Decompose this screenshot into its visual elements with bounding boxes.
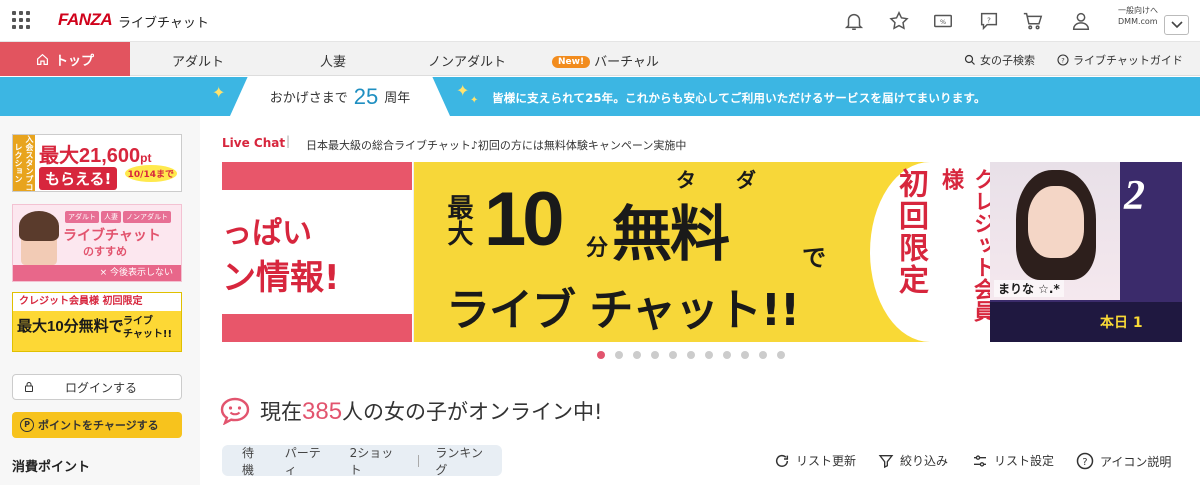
- girl-search-link[interactable]: 女の子検索: [964, 52, 1035, 68]
- hide-banner-button[interactable]: × 今後表示しない: [13, 265, 181, 281]
- carousel-dot[interactable]: [651, 351, 659, 359]
- carousel-dot[interactable]: [777, 351, 785, 359]
- tab-waiting[interactable]: 待機: [232, 444, 275, 478]
- lock-icon: [25, 382, 33, 392]
- anniversary-badge: おかげさまで 25 周年: [230, 77, 450, 116]
- carousel-dot[interactable]: [759, 351, 767, 359]
- main-nav: トップ アダルト 人妻 ノンアダルト New! バーチャル 女の子検索 ? ライブ…: [0, 42, 1200, 76]
- carousel-dot[interactable]: [669, 351, 677, 359]
- carousel-dots[interactable]: [597, 351, 785, 359]
- carousel-dot[interactable]: [741, 351, 749, 359]
- icon-help-button[interactable]: ? アイコン説明: [1076, 452, 1171, 470]
- carousel-dot[interactable]: [723, 351, 731, 359]
- bell-icon[interactable]: [843, 10, 865, 32]
- sliders-icon: [974, 454, 986, 467]
- list-tabs: 待機 パーティ 2ショット ランキング: [222, 444, 502, 478]
- new-badge: New!: [552, 56, 591, 68]
- tab-two-shot[interactable]: 2ショット: [340, 444, 413, 478]
- coupon-icon[interactable]: %: [932, 10, 954, 32]
- refresh-icon: [775, 454, 789, 467]
- tab-party[interactable]: パーティ: [275, 444, 340, 478]
- tab-divider: [418, 454, 420, 467]
- cart-icon[interactable]: [1022, 10, 1044, 32]
- svg-text:%: %: [940, 18, 946, 26]
- sidebar: 入会スタンプコレクション 最大21,600pt もらえる! 10/14まで アダ…: [0, 116, 200, 485]
- tab-ranking[interactable]: ランキング: [425, 444, 502, 478]
- carousel-dot[interactable]: [687, 351, 695, 359]
- hero-prev-slide[interactable]: っぱい ン情報!: [222, 162, 414, 342]
- tab-virtual[interactable]: New! バーチャル: [552, 51, 659, 70]
- tab-top[interactable]: トップ: [0, 42, 130, 76]
- svg-text:?: ?: [1082, 457, 1087, 468]
- anniversary-bar[interactable]: おかげさまで 25 周年 ✦ ✦ ✦ 皆様に支えられて25年。これからも安心して…: [0, 77, 1200, 116]
- account-switch-text[interactable]: 一般向けへ DMM.com: [1118, 5, 1158, 27]
- guide-link[interactable]: ? ライブチャットガイド: [1057, 52, 1183, 68]
- account-dropdown-button[interactable]: [1164, 15, 1189, 35]
- refresh-list-button[interactable]: リスト更新: [774, 452, 856, 469]
- carousel-dot[interactable]: [705, 351, 713, 359]
- chat-bubble-icon: [220, 397, 250, 425]
- tagline: 日本最大級の総合ライブチャット♪初回の方には無料体験キャンペーン実施中: [306, 139, 687, 152]
- free-trial-banner[interactable]: クレジット会員様 初回限定 最大10分無料で ライブ チャット!!: [12, 292, 182, 352]
- user-icon[interactable]: [1070, 10, 1092, 32]
- points-label: 消費ポイント: [12, 460, 91, 475]
- chevron-down-icon: [1171, 21, 1183, 29]
- carousel-dot[interactable]: [633, 351, 641, 359]
- livechat-label: Live Chat: [222, 136, 286, 150]
- livechat-intro-banner[interactable]: アダルト 人妻 ノンアダルト ライブチャット のすすめ × 今後表示しない: [12, 204, 182, 282]
- online-count: 385: [302, 398, 343, 425]
- anniversary-message: 皆様に支えられて25年。これからも安心してご利用いただけるサービスを届けてまいり…: [492, 91, 986, 105]
- hero-limited-bubble: 初回限定 クレジット会員様: [870, 162, 995, 342]
- app-name[interactable]: ライブチャット: [118, 12, 209, 31]
- hero-carousel[interactable]: っぱい ン情報! タダ 最大 10 分 無料 で ライブ チャット!! 初回限定…: [222, 162, 1182, 342]
- login-button[interactable]: ログインする: [12, 374, 182, 400]
- svg-text:?: ?: [1061, 57, 1064, 65]
- fanza-logo[interactable]: FANZA: [58, 10, 113, 30]
- hero-next-slide[interactable]: まりな ☆.* 2 本日 1: [990, 162, 1182, 342]
- tab-hitozuma[interactable]: 人妻: [320, 51, 346, 70]
- header: FANZA ライブチャット % ? 一般向けへ DMM.com: [0, 0, 1200, 42]
- sparkle-icon: ✦: [470, 95, 479, 106]
- filter-icon: [878, 454, 894, 468]
- home-icon: [37, 53, 48, 65]
- sparkle-icon: ✦: [456, 81, 470, 100]
- star-icon[interactable]: [888, 10, 910, 32]
- carousel-dot[interactable]: [597, 351, 605, 359]
- carousel-dot[interactable]: [615, 351, 623, 359]
- question-circle-icon: ?: [1057, 54, 1069, 66]
- tab-adult[interactable]: アダルト: [172, 51, 224, 70]
- tab-non-adult[interactable]: ノンアダルト: [428, 51, 506, 70]
- help-icon[interactable]: ?: [978, 10, 1000, 32]
- filter-button[interactable]: 絞り込み: [878, 452, 948, 469]
- model-photo: [19, 211, 59, 265]
- coin-icon: P: [20, 418, 34, 432]
- charge-points-button[interactable]: P ポイントをチャージする: [12, 412, 182, 438]
- question-circle-icon: ?: [1076, 452, 1094, 470]
- hero-main-slide[interactable]: タダ 最大 10 分 無料 で ライブ チャット!!: [416, 162, 870, 342]
- grid-menu-icon[interactable]: [12, 11, 30, 29]
- online-count-heading: 現在385人の女の子がオンライン中!: [220, 396, 602, 426]
- list-settings-button[interactable]: リスト設定: [972, 452, 1054, 469]
- svg-text:?: ?: [987, 15, 991, 24]
- stamp-campaign-banner[interactable]: 入会スタンプコレクション 最大21,600pt もらえる! 10/14まで: [12, 134, 182, 192]
- separator: |: [286, 134, 291, 148]
- search-icon: [964, 54, 975, 65]
- sparkle-icon: ✦: [212, 83, 226, 102]
